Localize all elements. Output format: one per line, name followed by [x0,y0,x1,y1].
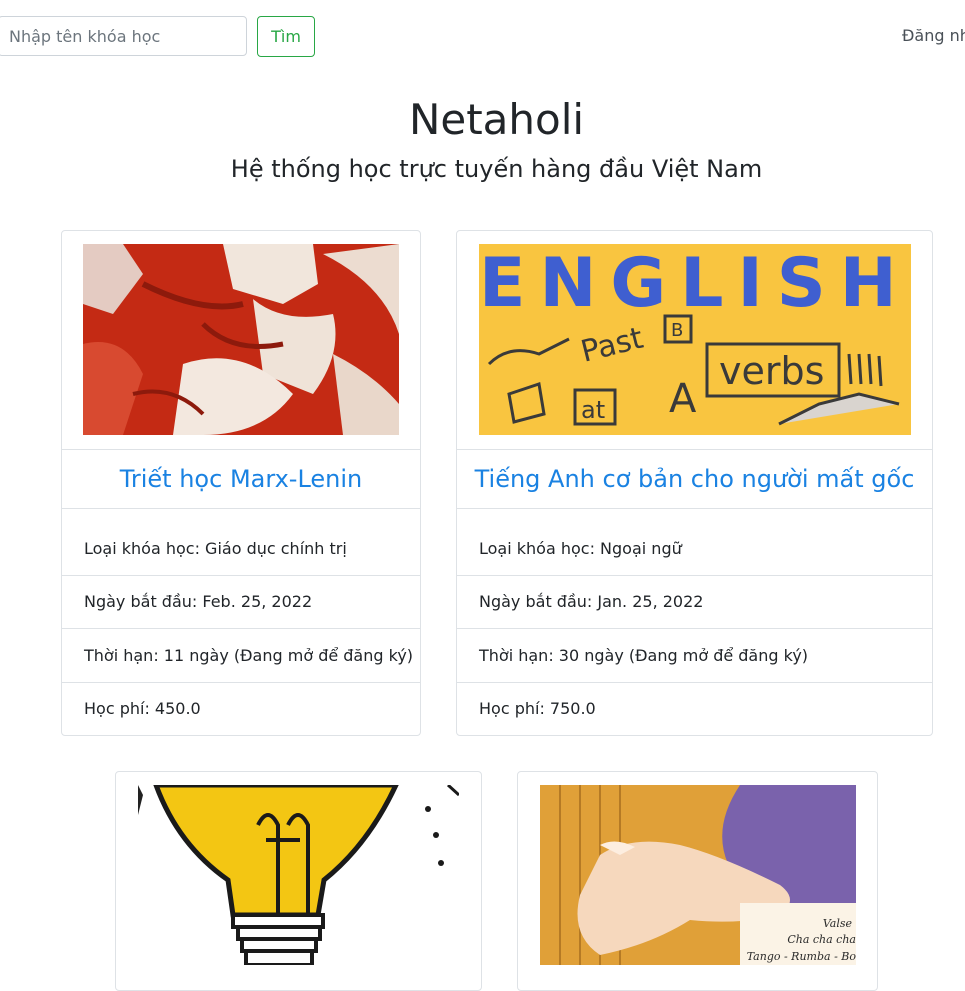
login-link[interactable]: Đăng nh [902,26,965,45]
course-fee: Học phí: 750.0 [479,699,596,718]
lightbulb-image [138,785,459,965]
svg-text:verbs: verbs [719,349,824,393]
svg-text:B: B [671,320,683,341]
svg-text:A: A [669,376,697,422]
course-category: Loại khóa học: Ngoại ngữ [457,509,932,576]
svg-text:at: at [581,396,605,424]
course-start-date: Ngày bắt đầu: Feb. 25, 2022 [62,576,420,629]
course-card[interactable] [115,771,482,991]
course-image-guitar[interactable]: Valse Cha cha cha Tango - Rumba - Bo [540,785,856,965]
svg-text:Tango - Rumba - Bo: Tango - Rumba - Bo [747,950,856,963]
course-image-lightbulb[interactable] [138,785,459,965]
guitar-hand-image: Valse Cha cha cha Tango - Rumba - Bo [540,785,856,965]
course-title-link[interactable]: Triết học Marx-Lenin [62,450,420,508]
site-title: Netaholi [408,95,585,144]
course-card[interactable]: ENGLISH Past verbs at A B Tiếng Anh cơ b… [456,230,933,736]
card-title-row: Triết học Marx-Lenin [62,449,420,509]
course-card[interactable]: Triết học Marx-Lenin Loại khóa học: Giáo… [61,230,421,736]
course-card[interactable]: Valse Cha cha cha Tango - Rumba - Bo [517,771,878,991]
site-subtitle: Hệ thống học trực tuyến hàng đầu Việt Na… [230,155,763,183]
search-button[interactable]: Tìm [257,16,315,57]
svg-text:Cha cha cha: Cha cha cha [787,933,856,946]
search-input[interactable] [0,16,247,56]
course-fee: Học phí: 450.0 [84,699,201,718]
course-start-date: Ngày bắt đầu: Jan. 25, 2022 [457,576,932,629]
course-title-link[interactable]: Tiếng Anh cơ bản cho người mất gốc [457,450,932,508]
marx-portrait-image [83,244,399,435]
svg-text:Valse: Valse [823,917,853,930]
course-image-english[interactable]: ENGLISH Past verbs at A B [479,244,911,435]
english-doodle-image: ENGLISH Past verbs at A B [479,244,911,435]
course-category: Loại khóa học: Giáo dục chính trị [62,509,420,576]
card-title-row: Tiếng Anh cơ bản cho người mất gốc [457,449,932,509]
course-duration: Thời hạn: 30 ngày (Đang mở để đăng ký) [457,629,932,683]
course-duration: Thời hạn: 11 ngày (Đang mở để đăng ký) [62,629,420,683]
english-headline: ENGLISH [479,244,911,323]
course-image-marx[interactable] [83,244,399,435]
